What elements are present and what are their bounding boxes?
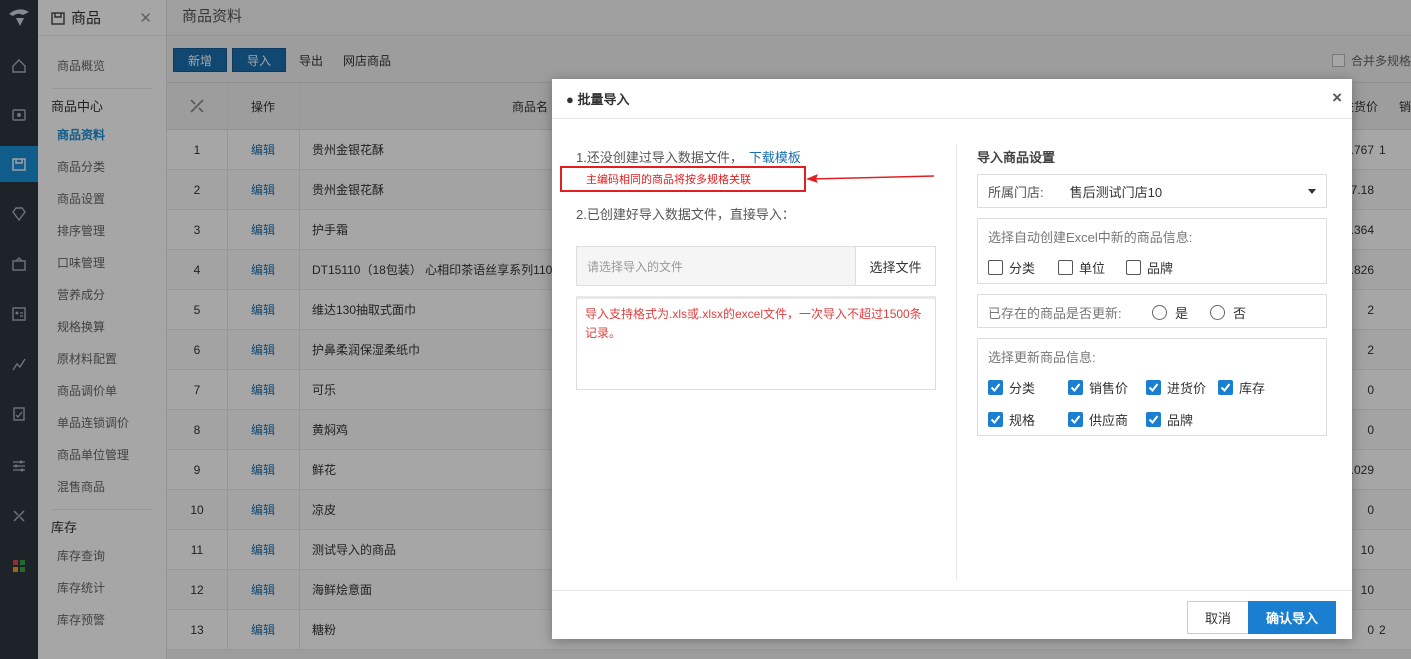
auto-create-category[interactable]: 分类 [988,258,1035,277]
download-template-link[interactable]: 下载模板 [749,150,801,165]
checkbox-checked-icon[interactable] [1218,380,1233,395]
checkbox[interactable] [1058,260,1073,275]
file-picker: 请选择导入的文件 选择文件 [576,246,936,286]
chevron-down-icon [1308,189,1316,194]
checkbox[interactable] [988,260,1003,275]
file-input[interactable]: 请选择导入的文件 [577,247,855,285]
update-field-option[interactable]: 分类 [988,378,1035,397]
update-fields-box: 选择更新商品信息: 分类 销售价 进货价 库存 规格 供应商 品牌 [977,338,1327,436]
update-fields-label: 选择更新商品信息: [988,350,1096,365]
auto-create-unit[interactable]: 单位 [1058,258,1105,277]
dialog-body: 1.还没创建过导入数据文件， 下载模板 主编码相同的商品将按多规格关联 2.已创建… [552,120,1352,590]
settings-title: 导入商品设置 [977,150,1056,165]
auto-create-box: 选择自动创建Excel中新的商品信息: 分类 单位 品牌 [977,218,1327,284]
checkbox-checked-icon[interactable] [988,412,1003,427]
dialog-title: ● 批量导入 [552,79,1352,119]
annotation-box: 主编码相同的商品将按多规格关联 [560,166,806,192]
import-notice: 导入支持格式为.xls或.xlsx的excel文件，一次导入不超过1500条记录… [576,296,936,390]
close-icon[interactable]: × [1332,88,1342,108]
checkbox-checked-icon[interactable] [1068,380,1083,395]
update-field-option[interactable]: 品牌 [1146,410,1193,429]
checkbox[interactable] [1126,260,1141,275]
update-field-option[interactable]: 销售价 [1068,378,1128,397]
update-existing-label: 已存在的商品是否更新: [988,306,1122,321]
auto-create-label: 选择自动创建Excel中新的商品信息: [988,230,1193,245]
checkbox-checked-icon[interactable] [988,380,1003,395]
update-field-option[interactable]: 供应商 [1068,410,1128,429]
step1-text: 1.还没创建过导入数据文件， 下载模板 [576,150,801,165]
checkbox-checked-icon[interactable] [1146,380,1161,395]
step2-text: 2.已创建好导入数据文件，直接导入： [576,207,795,222]
batch-import-dialog: ● 批量导入 × 1.还没创建过导入数据文件， 下载模板 主编码相同的商品将按多规… [552,79,1352,639]
update-existing-box: 已存在的商品是否更新: 是 否 [977,294,1327,328]
choose-file-button[interactable]: 选择文件 [855,247,935,285]
update-field-option[interactable]: 进货价 [1146,378,1206,397]
store-select[interactable]: 所属门店: 售后测试门店10 [977,174,1327,208]
update-field-option[interactable]: 规格 [988,410,1035,429]
dialog-footer: 取消 确认导入 [552,590,1352,639]
confirm-import-button[interactable]: 确认导入 [1248,601,1336,634]
update-no-radio[interactable]: 否 [1210,303,1246,322]
checkbox-checked-icon[interactable] [1146,412,1161,427]
update-field-option[interactable]: 库存 [1218,378,1265,397]
auto-create-brand[interactable]: 品牌 [1126,258,1173,277]
checkbox-checked-icon[interactable] [1068,412,1083,427]
store-label: 所属门店: [988,184,1044,200]
cancel-button[interactable]: 取消 [1187,601,1249,634]
store-value: 售后测试门店10 [1069,184,1163,200]
annotation-arrow-icon [806,174,935,183]
update-yes-radio[interactable]: 是 [1152,303,1188,322]
